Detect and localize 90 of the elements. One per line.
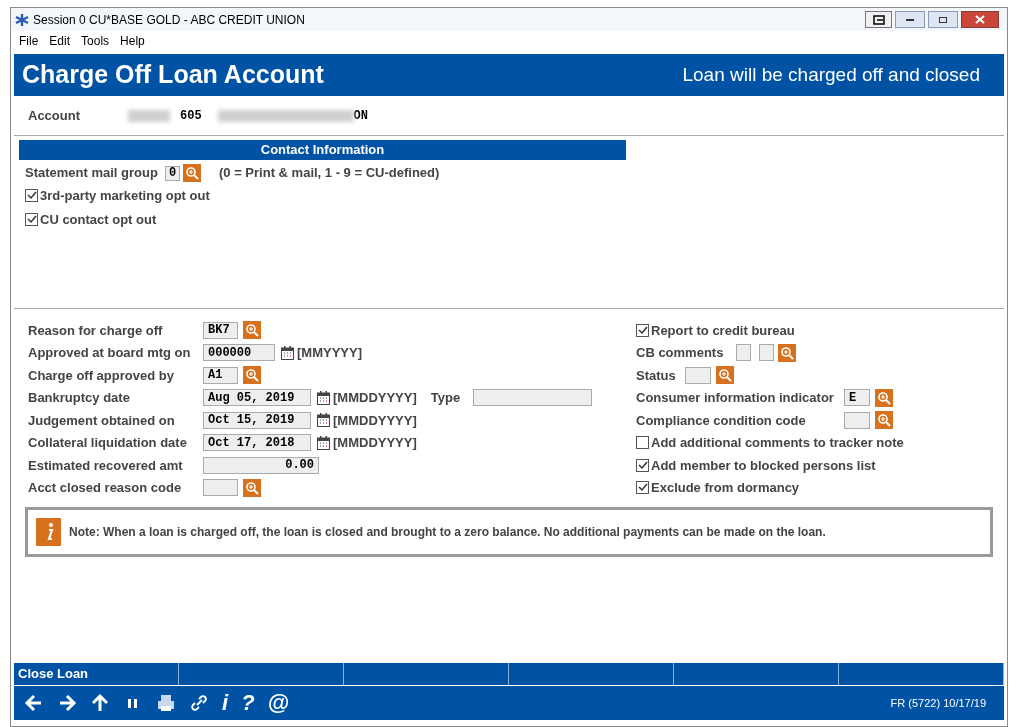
input-field[interactable]: E (844, 389, 870, 407)
lookup-button[interactable] (778, 343, 796, 362)
page-subtitle: Loan will be charged off and closed (682, 62, 980, 87)
input-field[interactable]: 0.00 (203, 456, 319, 474)
restore-icon (872, 14, 885, 25)
checkbox-label: Report to credit bureau (651, 321, 795, 340)
format-hint: [MMDDYYYY] (333, 434, 417, 452)
input-field[interactable] (736, 344, 751, 362)
calendar-icon[interactable] (317, 413, 330, 428)
lookup-button[interactable] (183, 164, 201, 182)
calendar-icon[interactable] (317, 435, 330, 450)
up-arrow-icon[interactable] (90, 693, 110, 713)
format-hint: [MMDDYYYY] (333, 411, 417, 430)
field-label: Status (636, 366, 677, 385)
minimize-button[interactable] (895, 11, 925, 28)
input-field[interactable] (473, 389, 593, 407)
toolbar-glyph[interactable]: @ (267, 692, 290, 714)
toolbar-glyph[interactable]: i (222, 692, 229, 714)
input-field[interactable] (844, 411, 870, 429)
input-field[interactable]: A1 (203, 366, 238, 384)
checkbox[interactable] (636, 436, 649, 450)
link-icon[interactable] (189, 693, 209, 713)
close-icon (975, 15, 985, 24)
input-field[interactable] (685, 366, 711, 384)
checkbox-label: 3rd-party marketing opt out (40, 187, 210, 205)
forward-arrow-icon[interactable] (57, 693, 77, 713)
field-label: Acct closed reason code (28, 479, 183, 497)
input-field[interactable]: Aug 05, 2019 (203, 389, 311, 407)
section-header: Contact Information (19, 140, 626, 160)
lookup-button[interactable] (243, 366, 261, 385)
field-label: Reason for charge off (28, 321, 164, 340)
app-icon (15, 12, 29, 27)
maximize-icon (939, 16, 947, 23)
menu-item[interactable]: File (19, 32, 39, 50)
minimize-icon (906, 18, 914, 21)
menu-item[interactable]: Help (120, 32, 145, 50)
input-field[interactable]: 0 (165, 165, 180, 181)
checkbox-label: CU contact opt out (40, 210, 157, 229)
field-label: Compliance condition code (636, 411, 807, 430)
field-label: Statement mail group (25, 164, 159, 183)
calendar-icon[interactable] (317, 390, 330, 405)
field-label: Collateral liquidation date (28, 434, 188, 452)
checkbox[interactable] (636, 481, 649, 495)
checkbox-label: Add additional comments to tracker note (651, 434, 904, 452)
lookup-button[interactable] (716, 366, 734, 385)
field-label: CB comments (636, 344, 725, 362)
field-label: Judgement obtained on (28, 411, 176, 430)
lookup-button[interactable] (243, 478, 261, 497)
note-text: Note: When a loan is charged off, the loan is closed and brought to a zero balance. No additional payments can be made on the loan. (69, 524, 826, 541)
field-label: Consumer information indicator (636, 389, 835, 407)
field-label: Bankruptcy date (28, 389, 131, 407)
restore-button[interactable] (865, 11, 892, 28)
account-number: 605 (180, 107, 202, 125)
checkbox[interactable] (636, 323, 649, 337)
format-hint: [MMYYYY] (297, 344, 362, 362)
printer-icon[interactable] (156, 693, 176, 713)
field-label: Type (430, 389, 461, 407)
field-label: Approved at board mtg on (28, 344, 192, 362)
checkbox[interactable] (636, 458, 649, 472)
calendar-icon[interactable] (281, 345, 294, 360)
account-label: Account (28, 106, 81, 125)
format-hint: [MMDDYYYY] (333, 389, 417, 407)
field-label: Estimated recovered amt (28, 456, 184, 475)
hint-text: (0 = Print & mail, 1 - 9 = CU-defined) (219, 164, 440, 183)
close-button[interactable] (961, 11, 999, 28)
page-title: Charge Off Loan Account (22, 59, 324, 91)
lookup-button[interactable] (875, 411, 893, 430)
back-arrow-icon[interactable] (24, 693, 44, 713)
input-field[interactable]: Oct 17, 2018 (203, 434, 311, 452)
maximize-button[interactable] (928, 11, 958, 28)
lookup-button[interactable] (875, 388, 893, 407)
checkbox[interactable] (25, 212, 38, 226)
status-text: FR (5722) 10/17/19 (890, 695, 986, 711)
menu-item[interactable]: Edit (49, 32, 71, 50)
input-field[interactable] (203, 479, 238, 497)
account-suffix: ON (353, 107, 368, 125)
field-label: Charge off approved by (28, 366, 175, 385)
input-field[interactable]: BK7 (203, 321, 238, 339)
window-title: Session 0 CU*BASE GOLD - ABC CREDIT UNION (33, 11, 305, 29)
input-field[interactable]: Oct 15, 2019 (203, 411, 311, 429)
checkbox[interactable] (25, 189, 38, 203)
info-icon (36, 518, 61, 546)
menu-item[interactable]: Tools (81, 32, 110, 50)
input-field[interactable]: 000000 (203, 344, 275, 362)
checkbox-label: Add member to blocked persons list (651, 456, 876, 475)
lookup-button[interactable] (243, 321, 261, 340)
checkbox-label: Exclude from dormancy (651, 479, 800, 497)
input-field[interactable] (759, 344, 774, 362)
toolbar-glyph[interactable]: ? (241, 692, 255, 714)
redaction (128, 109, 170, 122)
